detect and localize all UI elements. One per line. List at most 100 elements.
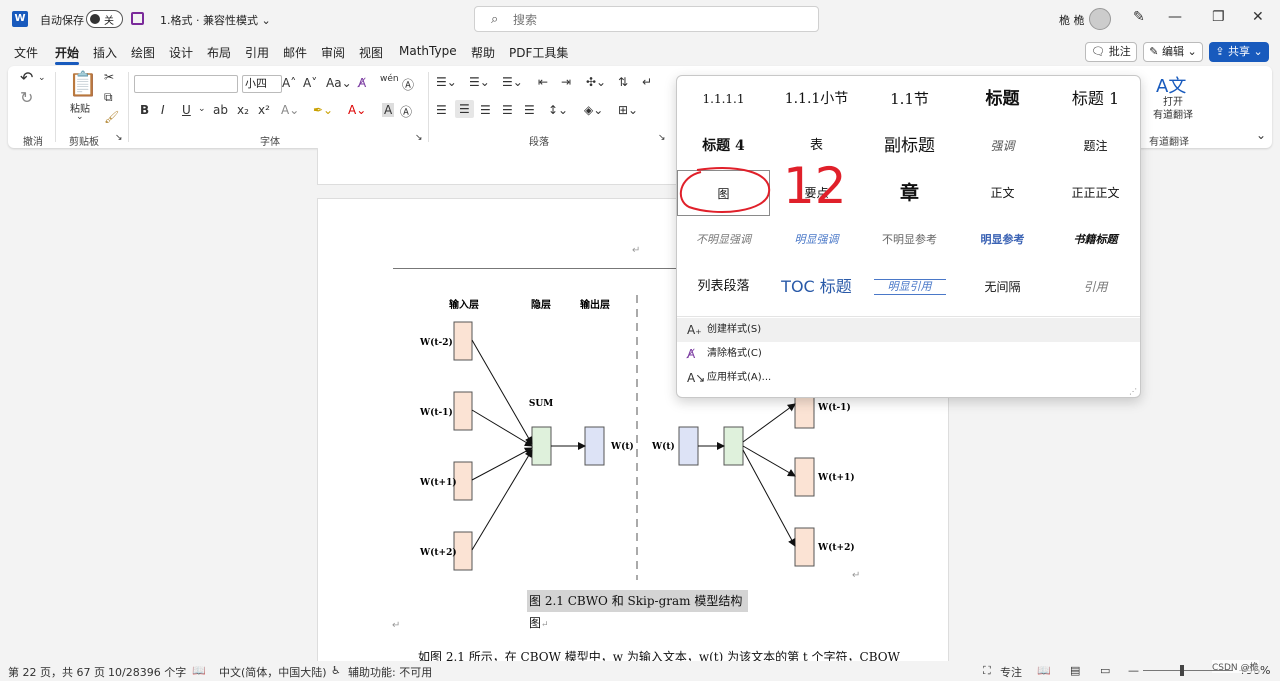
accessibility-status[interactable]: 辅助功能: 不可用 — [348, 664, 432, 680]
tab-insert[interactable]: 插入 — [93, 44, 117, 61]
align-left-icon[interactable]: ☰ — [436, 103, 447, 117]
create-style-item[interactable]: A₊ 创建样式(S) — [677, 318, 1140, 342]
tab-file[interactable]: 文件 — [14, 44, 38, 61]
style-item[interactable]: 正正正文 — [1049, 170, 1142, 216]
style-item[interactable]: 不明显参考 — [863, 217, 956, 263]
style-item[interactable]: 列表段落 — [677, 264, 770, 310]
copy-icon[interactable]: ⧉ — [104, 90, 113, 105]
increase-indent-icon[interactable]: ⇥ — [561, 75, 571, 89]
redo-icon[interactable]: ↻ — [20, 88, 33, 107]
page-count[interactable]: 第 22 页，共 67 页 — [8, 664, 105, 680]
paste-icon[interactable]: 📋 — [68, 70, 98, 98]
tab-design[interactable]: 设计 — [169, 44, 193, 61]
style-item[interactable]: 标题 1 — [1049, 76, 1142, 122]
figure-caption[interactable]: 图 2.1 CBWO 和 Skip-gram 模型结构图↵ — [527, 590, 748, 630]
style-item[interactable]: 章 — [863, 170, 956, 216]
chevron-down-icon[interactable]: ⌄ — [76, 112, 84, 122]
style-item[interactable]: 明显引用 — [863, 264, 956, 310]
comment-button[interactable]: 🗨 批注 — [1085, 42, 1137, 62]
tab-mailings[interactable]: 邮件 — [283, 44, 307, 61]
italic-button[interactable]: I — [161, 103, 165, 117]
center-icon[interactable]: ☰ — [455, 100, 474, 118]
style-item[interactable]: 1.1.1.1 — [677, 76, 770, 122]
edit-button[interactable]: ✎ 编辑 ⌄ — [1143, 42, 1203, 62]
highlight-icon[interactable]: ✒⌄ — [313, 103, 333, 117]
line-spacing-icon[interactable]: ↕⌄ — [548, 103, 568, 117]
tab-view[interactable]: 视图 — [359, 44, 383, 61]
phonetic-guide-icon[interactable]: wén — [380, 74, 399, 84]
subscript-button[interactable]: x₂ — [237, 103, 249, 117]
align-right-icon[interactable]: ☰ — [480, 103, 491, 117]
search-box[interactable]: ⌕ — [474, 6, 819, 32]
dialog-launcher-icon[interactable]: ↘ — [415, 133, 423, 143]
sort-icon[interactable]: ⇅ — [618, 75, 628, 89]
collapse-ribbon-icon[interactable]: ⌄ — [1256, 128, 1266, 142]
shrink-font-icon[interactable]: A˅ — [303, 76, 317, 90]
proofing-icon[interactable]: 📖 — [192, 664, 206, 677]
chinese-layout-icon[interactable]: ✣⌄ — [586, 75, 606, 89]
tab-draw[interactable]: 绘图 — [131, 44, 155, 61]
bold-button[interactable]: B — [140, 103, 149, 117]
clear-formatting-item[interactable]: A̸ 清除格式(C) — [677, 342, 1140, 366]
style-item[interactable]: 标题 — [956, 76, 1049, 122]
character-shading-icon[interactable]: A — [382, 103, 395, 117]
show-marks-icon[interactable]: ↵ — [642, 75, 652, 89]
tab-review[interactable]: 审阅 — [321, 44, 345, 61]
grow-font-icon[interactable]: A˄ — [282, 76, 296, 90]
apply-styles-item[interactable]: A↘ 应用样式(A)... — [677, 366, 1140, 390]
chevron-down-icon[interactable]: ⌄ — [38, 73, 46, 83]
change-case-icon[interactable]: Aa⌄ — [326, 76, 352, 90]
style-item[interactable]: 引用 — [1049, 264, 1142, 310]
distributed-icon[interactable]: ☰ — [524, 103, 535, 117]
zoom-out-icon[interactable]: — — [1128, 664, 1139, 677]
youdao-translate-icon[interactable]: A文 — [1156, 72, 1186, 98]
underline-button[interactable]: U — [182, 103, 191, 117]
text-effects-icon[interactable]: A⌄ — [281, 103, 299, 117]
style-item[interactable]: 1.1节 — [863, 76, 956, 122]
cut-icon[interactable]: ✂ — [104, 70, 114, 84]
tab-home[interactable]: 开始 — [55, 44, 80, 65]
read-mode-icon[interactable]: 📖 — [1037, 664, 1051, 677]
tab-references[interactable]: 引用 — [245, 44, 269, 61]
multilevel-list-icon[interactable]: ☰⌄ — [502, 75, 523, 89]
zoom-slider-track[interactable] — [1143, 670, 1233, 671]
save-icon[interactable] — [131, 12, 144, 25]
print-layout-icon[interactable]: ▤ — [1070, 664, 1080, 677]
style-item[interactable]: 无间隔 — [956, 264, 1049, 310]
maximize-icon[interactable]: ❐ — [1212, 9, 1225, 25]
search-input[interactable] — [513, 11, 793, 29]
font-name-box[interactable] — [134, 75, 238, 93]
bullets-icon[interactable]: ☰⌄ — [436, 75, 457, 89]
tab-mathtype[interactable]: MathType — [399, 44, 457, 58]
borders-icon[interactable]: ⊞⌄ — [618, 103, 638, 117]
tab-pdf-tools[interactable]: PDF工具集 — [509, 44, 568, 61]
youdao-translate-button[interactable]: 打开 有道翻译 — [1153, 96, 1193, 122]
resize-handle-icon[interactable]: ⋰ — [1129, 387, 1137, 396]
numbering-icon[interactable]: ☰⌄ — [469, 75, 490, 89]
justify-icon[interactable]: ☰ — [502, 103, 513, 117]
dialog-launcher-icon[interactable]: ↘ — [115, 133, 123, 143]
strikethrough-icon[interactable]: ab — [213, 103, 228, 117]
avatar[interactable] — [1089, 8, 1111, 30]
style-item[interactable]: 书籍标题 — [1049, 217, 1142, 263]
minimize-icon[interactable]: — — [1168, 9, 1182, 25]
style-item[interactable]: 正文 — [956, 170, 1049, 216]
superscript-button[interactable]: x² — [258, 103, 270, 117]
language-indicator[interactable]: 中文(简体，中国大陆) — [219, 664, 327, 680]
close-icon[interactable]: ✕ — [1252, 9, 1264, 25]
word-count[interactable]: 10/28396 个字 — [108, 664, 186, 680]
enclose-character-icon[interactable]: Ⓐ — [402, 76, 414, 93]
focus-icon[interactable]: ⛶ — [983, 664, 991, 678]
tab-help[interactable]: 帮助 — [471, 44, 495, 61]
document-title[interactable]: 1.格式 · 兼容性模式 ⌄ — [160, 12, 271, 28]
style-item[interactable]: 明显参考 — [956, 217, 1049, 263]
style-item[interactable]: 题注 — [1049, 123, 1142, 169]
shading-icon[interactable]: ◈⌄ — [584, 103, 603, 117]
style-item[interactable]: 明显强调 — [770, 217, 863, 263]
web-layout-icon[interactable]: ▭ — [1100, 664, 1110, 677]
undo-icon[interactable]: ↶ — [20, 68, 33, 87]
style-item[interactable]: 1.1.1小节 — [770, 76, 863, 122]
style-item[interactable]: TOC 标题 — [770, 264, 863, 310]
style-item[interactable]: 不明显强调 — [677, 217, 770, 263]
focus-label[interactable]: 专注 — [1000, 664, 1022, 680]
